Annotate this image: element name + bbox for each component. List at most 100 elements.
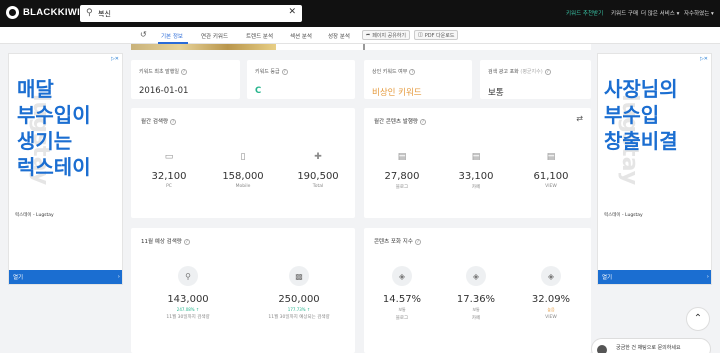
info-value: 비상인 키워드 xyxy=(372,88,422,98)
tab-growth-analysis[interactable]: 성장 분석 xyxy=(328,32,350,40)
metric-value: 14.57% xyxy=(382,294,422,305)
close-icon[interactable]: ✕ xyxy=(288,7,296,17)
info-value: 보통 xyxy=(488,88,504,98)
metric-current-search: ⚲ 143,000 247.08% ↑ 11월 30일까지 검색량 xyxy=(158,266,218,320)
tab-bar: ↺ 기본 정보 연관 키워드 트렌드 분석 섹션 분석 성장 분석 ➦ 페이지 공… xyxy=(0,27,720,44)
ad-sponsor: 럭스테이 - Lugstay xyxy=(604,213,643,218)
search-box: ⚲ ✕ xyxy=(80,5,302,22)
metric-label: Mobile xyxy=(235,184,251,189)
scroll-top-button[interactable]: ⌃ xyxy=(686,307,710,331)
metric-view: ▤ 61,100 VIEW xyxy=(521,151,581,189)
divider xyxy=(363,44,365,50)
ad-open-label: 열기 xyxy=(602,275,613,281)
metric-label: VIEW xyxy=(545,315,557,320)
logo[interactable]: BLACKKIWI xyxy=(6,6,80,19)
ad-headline: 사장님의 부수입 창출비결 xyxy=(604,76,678,154)
ad-sponsor: 럭스테이 - Lugstay xyxy=(15,213,54,218)
ad-open-button[interactable]: 열기 › xyxy=(9,270,122,284)
tab-section-analysis[interactable]: 섹션 분석 xyxy=(290,32,312,40)
logo-text: BLACKKIWI xyxy=(23,7,81,18)
search-icon: ⚲ xyxy=(178,266,198,286)
info-label: 키워드 등급? xyxy=(255,68,288,75)
card-title: 콘텐츠 포화 지수? xyxy=(374,238,421,245)
banner-image xyxy=(131,44,276,50)
nav-keyword-purchase[interactable]: 키워드 구매 xyxy=(611,9,638,17)
ad-banner-right[interactable]: ▷✕ lugstay 사장님의 부수입 창출비결 럭스테이 - Lugstay … xyxy=(597,53,712,285)
metric-blog-saturation: ◈ 14.57% 보통 블로그 xyxy=(372,266,432,321)
metric-label: 11월 30일까지 예상되는 검색량 xyxy=(268,315,330,320)
document-icon: ▤ xyxy=(397,152,407,162)
saturation-card: 콘텐츠 포화 지수? ◈ 14.57% 보통 블로그 ◈ 17.36% 보통 카… xyxy=(364,228,591,353)
help-icon[interactable]: ? xyxy=(419,118,426,125)
help-icon[interactable]: ? xyxy=(414,238,421,245)
document-icon: ▤ xyxy=(471,152,481,162)
metric-predicted-search: ▩ 250,000 177.73% ↑ 11월 30일까지 예상되는 검색량 xyxy=(259,266,339,320)
tab-related-keywords[interactable]: 연관 키워드 xyxy=(201,32,228,40)
monthly-search-card: 월간 검색량? ▭ 32,100 PC ▯ 158,000 Mobile ✚ 1… xyxy=(131,108,355,218)
metric-label: 카페 xyxy=(471,316,481,321)
help-icon[interactable]: ? xyxy=(409,68,416,75)
metric-blog: ▤ 27,800 블로그 xyxy=(372,151,432,190)
ad-open-button[interactable]: 열기 › xyxy=(598,270,711,284)
shuffle-icon[interactable]: ⇄ xyxy=(576,114,583,123)
help-icon[interactable]: ? xyxy=(281,68,288,75)
help-icon[interactable]: ? xyxy=(170,118,177,125)
grade-badge: 높음 xyxy=(547,307,555,312)
chat-support-button[interactable]: 궁금한 건 채팅으로 문의하세요 xyxy=(591,338,711,353)
metric-value: 158,000 xyxy=(222,171,264,182)
metric-label: 블로그 xyxy=(395,185,409,190)
plus-icon: ✚ xyxy=(314,152,322,162)
layers-icon: ◈ xyxy=(541,266,561,286)
help-icon[interactable]: ? xyxy=(180,68,187,75)
ad-headline-line: 부수입이 xyxy=(17,103,91,127)
ad-headline: 매달 부수입이 생기는 럭스테이 xyxy=(17,76,91,180)
nav-more-services[interactable]: 더 많은 서비스 ▾ xyxy=(641,9,679,17)
share-page-button[interactable]: ➦ 페이지 공유하기 xyxy=(362,30,410,40)
info-card-commercial: 상인 키워드 여부? 비상인 키워드 xyxy=(364,60,472,99)
help-icon[interactable]: ? xyxy=(183,238,190,245)
share-page-label: 페이지 공유하기 xyxy=(372,32,406,39)
pdf-download-button[interactable]: ◫ PDF 다운로드 xyxy=(414,30,459,40)
chevron-right-icon: › xyxy=(706,274,709,280)
tab-trend-analysis[interactable]: 트렌드 분석 xyxy=(246,32,273,40)
monthly-content-card: 월간 콘텐츠 발행량? ⇄ ▤ 27,800 블로그 ▤ 33,100 카페 ▤… xyxy=(364,108,591,218)
info-value: 2016-01-01 xyxy=(139,86,189,96)
history-icon[interactable]: ↺ xyxy=(140,30,147,39)
info-card-keyword-grade: 키워드 등급? C xyxy=(247,60,355,99)
metric-value: 143,000 xyxy=(167,294,209,305)
ad-headline-line: 부수입 xyxy=(604,103,660,127)
search-icon[interactable]: ⚲ xyxy=(86,8,93,18)
metric-value: 61,100 xyxy=(533,171,569,182)
ad-banner-left[interactable]: ▷✕ lugstay 매달 부수입이 생기는 럭스테이 럭스테이 - Lugst… xyxy=(8,53,123,285)
info-card-first-published: 키워드 최초 발행일? 2016-01-01 xyxy=(131,60,240,99)
metric-mobile: ▯ 158,000 Mobile xyxy=(213,151,273,189)
forecast-card: 11월 예상 검색량? ⚲ 143,000 247.08% ↑ 11월 30일까… xyxy=(131,228,355,353)
info-card-ad-saturation: 검색 광고 포화 (평균지수)? 보통 xyxy=(480,60,591,99)
nav-keyword-recommend[interactable]: 키워드 추천받기 xyxy=(566,9,603,17)
ad-info-icon[interactable]: ▷✕ xyxy=(700,56,708,62)
nav-user-menu[interactable]: 자수하였는 ▾ xyxy=(684,9,714,17)
top-banner-strip xyxy=(131,44,591,50)
ad-info-icon[interactable]: ▷✕ xyxy=(111,56,119,62)
metric-value: 250,000 xyxy=(278,294,320,305)
ad-open-label: 열기 xyxy=(13,275,24,281)
tab-basic-info[interactable]: 기본 정보 xyxy=(161,32,183,40)
chat-avatar-icon xyxy=(597,345,607,353)
layers-icon: ◈ xyxy=(466,266,486,286)
top-navigation-bar: BLACKKIWI ⚲ ✕ 키워드 추천받기 키워드 구매 더 많은 서비스 ▾… xyxy=(0,0,720,27)
card-title: 월간 콘텐츠 발행량? xyxy=(374,118,426,125)
metric-value: 32,100 xyxy=(151,171,187,182)
info-value: C xyxy=(255,86,262,96)
info-label: 상인 키워드 여부? xyxy=(372,68,416,75)
chat-label: 궁금한 건 채팅으로 문의하세요 xyxy=(616,345,681,351)
info-label: 키워드 최초 발행일? xyxy=(139,68,187,75)
metric-label: Total xyxy=(312,184,324,189)
help-icon[interactable]: ? xyxy=(544,68,551,75)
card-title: 월간 검색량? xyxy=(141,118,177,125)
search-input[interactable] xyxy=(98,7,278,20)
change-badge: 177.73% ↑ xyxy=(287,307,311,312)
ad-headline-line: 럭스테이 xyxy=(17,155,91,179)
metric-value: 17.36% xyxy=(456,294,496,305)
ad-headline-line: 창출비결 xyxy=(604,129,678,153)
metric-label: VIEW xyxy=(545,184,557,189)
